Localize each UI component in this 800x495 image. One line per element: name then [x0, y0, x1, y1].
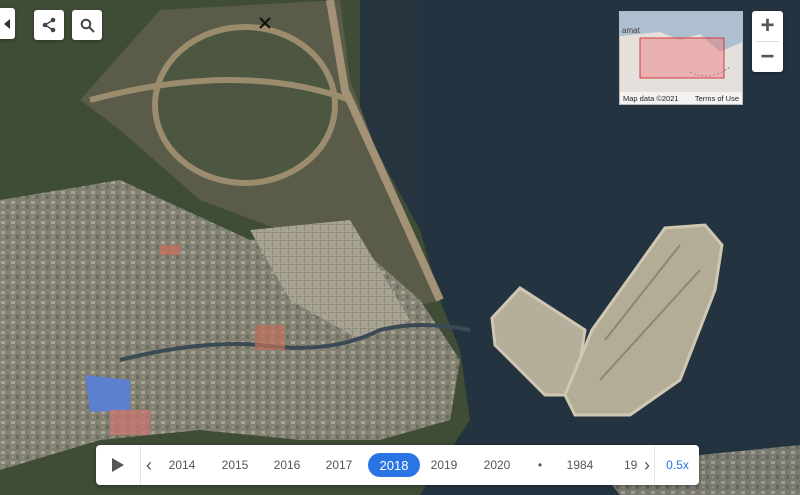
minimap-attribution: Map data ©2021 Terms of Use: [620, 92, 742, 104]
timeline-gap-dot: •: [537, 458, 543, 472]
map-data-attribution: Map data ©2021: [623, 93, 679, 103]
overview-minimap[interactable]: amat Map data ©2021 Terms of Use: [619, 11, 743, 105]
year-2017[interactable]: 2017: [315, 445, 363, 485]
chevron-left-icon: [3, 18, 10, 29]
play-button[interactable]: [96, 445, 141, 485]
timeline-years: 2014 2015 2016 2017 2018 2019 2020 • 198…: [158, 445, 638, 485]
search-button[interactable]: [72, 10, 102, 40]
year-2015[interactable]: 2015: [211, 445, 259, 485]
year-2016[interactable]: 2016: [263, 445, 311, 485]
zoom-in-button[interactable]: +: [752, 11, 783, 41]
year-2014[interactable]: 2014: [158, 445, 206, 485]
year-1985-partial[interactable]: 198: [610, 445, 638, 485]
search-icon: [80, 18, 95, 33]
play-icon: [112, 458, 124, 472]
year-1984[interactable]: 1984: [556, 445, 604, 485]
timeline-prev-button[interactable]: ‹: [142, 445, 156, 485]
collapse-panel-button[interactable]: [0, 8, 15, 39]
zoom-controls: + −: [752, 11, 783, 72]
terms-of-use-link[interactable]: Terms of Use: [695, 94, 739, 103]
share-button[interactable]: [34, 10, 64, 40]
timeline-bar: ‹ 2014 2015 2016 2017 2018 2019 2020 • 1…: [96, 445, 699, 485]
minimap-place-label: amat: [622, 26, 640, 35]
year-2019[interactable]: 2019: [420, 445, 468, 485]
zoom-out-button[interactable]: −: [752, 42, 783, 72]
share-icon: [42, 17, 56, 33]
timeline-next-button[interactable]: ›: [640, 445, 654, 485]
year-2018-selected[interactable]: 2018: [368, 453, 420, 477]
year-2020[interactable]: 2020: [473, 445, 521, 485]
playback-speed-button[interactable]: 0.5x: [654, 445, 699, 485]
